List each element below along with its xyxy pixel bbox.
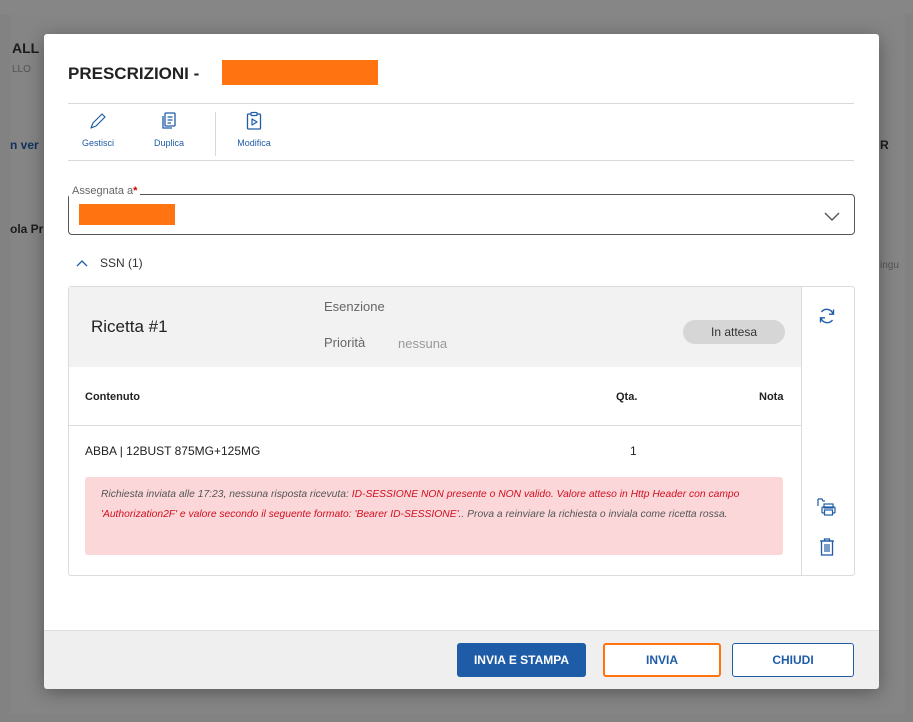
- dialog-footer: INVIA E STAMPA INVIA CHIUDI: [44, 630, 879, 689]
- prescription-header: Ricetta #1 Esenzione Priorità nessuna In…: [69, 287, 801, 367]
- required-mark: *: [133, 185, 138, 197]
- ssn-section-toggle[interactable]: SSN (1): [76, 256, 143, 270]
- divider-toolbar: [68, 160, 854, 161]
- modifica-label: Modifica: [237, 138, 271, 148]
- print-icon: [817, 498, 836, 516]
- priorita-value: nessuna: [398, 336, 448, 351]
- column-qta: Qta.: [616, 391, 638, 403]
- modifica-button[interactable]: Modifica: [232, 110, 276, 148]
- ssn-section-label: SSN (1): [100, 256, 143, 270]
- invia-button[interactable]: INVIA: [603, 643, 721, 677]
- delete-button[interactable]: [815, 535, 839, 559]
- trash-icon: [820, 538, 834, 556]
- priorita-label: Priorità: [324, 335, 366, 350]
- prescription-card: Ricetta #1 Esenzione Priorità nessuna In…: [68, 286, 855, 576]
- error-message-box: Richiesta inviata alle 17:23, nessuna ri…: [85, 477, 783, 555]
- prescrizioni-dialog: PRESCRIZIONI - Gestisci Duplica Modifica…: [44, 34, 879, 689]
- row-contenuto: ABBA | 12BUST 875MG+125MG: [85, 444, 261, 458]
- refresh-icon: [819, 308, 835, 324]
- duplicate-icon: [147, 110, 191, 132]
- edit-clipboard-icon: [232, 110, 276, 132]
- column-nota: Nota: [759, 391, 784, 403]
- toolbar-separator: [215, 112, 216, 156]
- invia-e-stampa-button[interactable]: INVIA E STAMPA: [457, 643, 586, 677]
- redacted-patient-name: [222, 60, 378, 85]
- redacted-assignee: [79, 204, 175, 225]
- divider-top: [68, 103, 854, 104]
- refresh-button[interactable]: [815, 304, 839, 328]
- assegnata-a-label: Assegnata a*: [69, 185, 141, 197]
- duplica-button[interactable]: Duplica: [147, 110, 191, 148]
- gestisci-label: Gestisci: [81, 138, 114, 148]
- esenzione-label: Esenzione: [324, 299, 385, 314]
- prescription-title: Ricetta #1: [91, 317, 168, 336]
- card-side-divider: [801, 287, 802, 575]
- status-badge: In attesa: [683, 320, 785, 344]
- chevron-down-icon: [824, 209, 840, 227]
- print-button[interactable]: [815, 495, 839, 519]
- dialog-title: PRESCRIZIONI -: [68, 64, 200, 83]
- assegnata-a-label-text: Assegnata a: [72, 185, 134, 197]
- table-header-divider: [69, 425, 801, 426]
- gestisci-button[interactable]: Gestisci: [76, 110, 120, 148]
- error-message: Richiesta inviata alle 17:23, nessuna ri…: [101, 485, 777, 525]
- row-qta: 1: [630, 444, 637, 458]
- assegnata-a-select[interactable]: [68, 194, 855, 235]
- pencil-icon: [76, 110, 120, 132]
- duplica-label: Duplica: [153, 138, 184, 148]
- error-suffix: . Prova a reinviare la richiesta o invia…: [461, 509, 728, 520]
- column-contenuto: Contenuto: [85, 391, 140, 403]
- chiudi-button[interactable]: CHIUDI: [732, 643, 854, 677]
- chevron-up-icon: [76, 260, 88, 267]
- error-prefix: Richiesta inviata alle 17:23, nessuna ri…: [101, 489, 349, 500]
